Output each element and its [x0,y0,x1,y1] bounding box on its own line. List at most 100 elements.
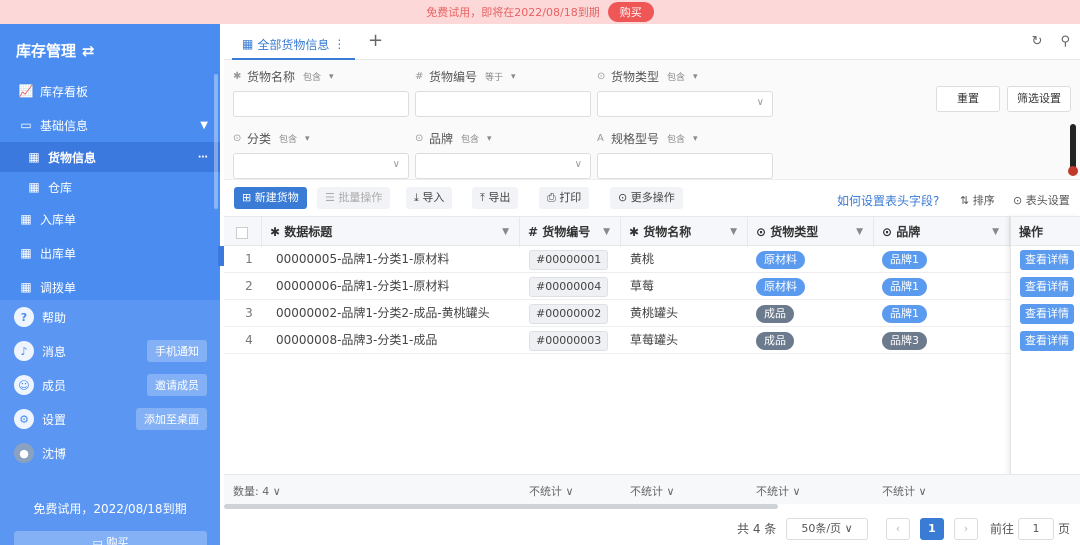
search-icon[interactable]: ⚲ [1060,34,1070,49]
sidebar-messages[interactable]: ♪ 消息 手机通知 [0,334,220,368]
gear-icon: ⊙ [1013,194,1023,207]
stat-code[interactable]: 不统计 ∨ [529,483,574,499]
sidebar-item-inventory-board[interactable]: 📈 库存看板 [0,74,220,108]
batch-button[interactable]: ☰ 批量操作 [317,187,391,209]
sort-button[interactable]: ⇅ 排序 [960,192,995,208]
filter-spec-input[interactable] [597,153,773,179]
column-code[interactable]: # 货物编号 ▼ [520,217,621,247]
filter-mode[interactable]: 包含 [667,132,685,145]
filter-goods-code-input[interactable] [415,91,591,117]
sidebar-help[interactable]: ? 帮助 [0,300,220,334]
grid-icon: ▦ [20,212,32,226]
view-details-button[interactable]: 查看详情 [1020,331,1074,351]
chevron-down-icon: ∨ [574,159,582,170]
caret-down-icon[interactable]: ▼ [502,217,509,247]
caret-down-icon[interactable]: ▼ [603,217,610,247]
sidebar-buy-button[interactable]: ▭ 购买 [14,531,207,545]
export-icon: ⤒ [480,191,485,204]
caret-down-icon: ▾ [693,133,698,144]
caret-down-icon: ▾ [487,133,492,144]
stat-type[interactable]: 不统计 ∨ [756,483,801,499]
filter-mode[interactable]: 包含 [303,70,321,83]
add-to-desktop-button[interactable]: 添加至桌面 [136,408,207,430]
column-brand[interactable]: ⊙ 品牌 ▼ [874,217,1010,247]
filter-goods-name-input[interactable] [233,91,409,117]
row-count[interactable]: 数量: 4 ∨ [233,483,281,499]
table-row[interactable]: 3 00000002-品牌1-分类2-成品-黄桃罐头 #00000002 黄桃罐… [224,300,1080,327]
table-row[interactable]: 4 00000008-品牌3-分类1-成品 #00000003 草莓罐头 成品 … [224,327,1080,354]
sidebar-item-label: 仓库 [48,180,73,195]
sidebar-item-basic-info[interactable]: ▭ 基础信息 ▼ [0,108,220,142]
table-row[interactable]: 2 00000006-品牌1-分类1-原材料 #00000004 草莓 原材料 … [224,273,1080,300]
row-index: 1 [245,252,253,266]
filter-mode[interactable]: 等于 [485,70,503,83]
filter-brand-select[interactable]: ∨ [415,153,591,179]
stat-label: 不统计 [630,485,663,498]
refresh-icon[interactable]: ↻ [1032,34,1043,49]
sidebar-item-goods-info[interactable]: ▦ 货物信息 ⋯ [0,142,220,172]
kebab-icon[interactable]: ⋮ [333,37,345,51]
sidebar-members[interactable]: ☺ 成员 邀请成员 [0,368,220,402]
page-size-select[interactable]: 50条/页 ∨ [786,518,868,540]
stat-name[interactable]: 不统计 ∨ [630,483,675,499]
add-tab-button[interactable]: + [368,30,383,51]
new-goods-button[interactable]: ⊞ 新建货物 [234,187,307,209]
column-name[interactable]: ✱ 货物名称 ▼ [621,217,748,247]
user-name: 沈博 [42,446,67,461]
sidebar-user[interactable]: ● 沈博 [0,436,220,470]
goto-page-input[interactable]: 1 [1018,518,1054,540]
view-details-button[interactable]: 查看详情 [1020,304,1074,324]
top-icons: ↻ ⚲ [1032,34,1070,49]
more-actions-button[interactable]: ⊙ 更多操作 [610,187,683,209]
tab-all-goods[interactable]: ▦ 全部货物信息 ⋮ [232,30,356,60]
caret-down-icon[interactable]: ▼ [856,217,863,247]
header-help-link[interactable]: 如何设置表头字段? [837,192,939,209]
filter-mode[interactable]: 包含 [667,70,685,83]
caret-down-icon[interactable]: ▼ [730,217,737,247]
sidebar-item-outbound[interactable]: ▦ 出库单 [0,236,220,270]
stat-brand[interactable]: 不统计 ∨ [882,483,927,499]
column-label: 货物名称 [643,225,692,239]
banner-buy-button[interactable]: 购买 [607,2,654,22]
switch-icon[interactable]: ⇄ [82,42,95,60]
filter-goods-type-select[interactable]: ∨ [597,91,773,117]
table-row[interactable]: 1 00000005-品牌1-分类1-原材料 #00000001 黄桃 原材料 … [224,246,1080,273]
chevron-down-icon: ∨ [844,522,853,535]
more-icon[interactable]: ⋯ [198,152,208,163]
column-title[interactable]: ✱ 数据标题 ▼ [262,217,520,247]
import-icon: ⤓ [414,191,419,204]
sidebar-item-inbound[interactable]: ▦ 入库单 [0,202,220,236]
row-title: 00000002-品牌1-分类2-成品-黄桃罐头 [276,306,490,320]
grid-icon: ▦ [28,180,40,194]
sidebar-scrollbar[interactable] [214,74,218,209]
filter-category-select[interactable]: ∨ [233,153,409,179]
filter-settings-button[interactable]: 筛选设置 [1007,86,1071,112]
horizontal-scrollbar[interactable] [224,504,778,509]
invite-member-button[interactable]: 邀请成员 [147,374,207,396]
page-1-button[interactable]: 1 [920,518,944,540]
column-type[interactable]: ⊙ 货物类型 ▼ [748,217,874,247]
gear-icon: ⚙ [14,409,34,429]
view-details-button[interactable]: 查看详情 [1020,250,1074,270]
reset-button[interactable]: 重置 [936,86,1000,112]
caret-down-icon: ▾ [329,71,334,82]
next-page-button[interactable]: › [954,518,978,540]
export-button[interactable]: ⤒ 导出 [472,187,519,209]
print-button[interactable]: ⎙ 打印 [539,187,590,209]
button-label: 排序 [972,194,995,207]
import-button[interactable]: ⤓ 导入 [406,187,453,209]
filter-mode[interactable]: 包含 [279,132,297,145]
caret-down-icon[interactable]: ▼ [992,217,999,247]
sidebar-item-warehouse[interactable]: ▦ 仓库 [0,172,220,202]
view-details-button[interactable]: 查看详情 [1020,277,1074,297]
filter-mode[interactable]: 包含 [461,132,479,145]
prev-page-button[interactable]: ‹ [886,518,910,540]
mobile-notify-button[interactable]: 手机通知 [147,340,207,362]
sidebar-item-transfer[interactable]: ▦ 调拨单 [0,270,220,294]
header-settings-button[interactable]: ⊙ 表头设置 [1013,192,1070,208]
sidebar-settings[interactable]: ⚙ 设置 添加至桌面 [0,402,220,436]
asterisk-icon: ✱ [270,225,285,239]
column-label: 货物类型 [770,225,819,239]
row-title: 00000006-品牌1-分类1-原材料 [276,279,450,293]
select-all-checkbox[interactable] [224,217,262,247]
